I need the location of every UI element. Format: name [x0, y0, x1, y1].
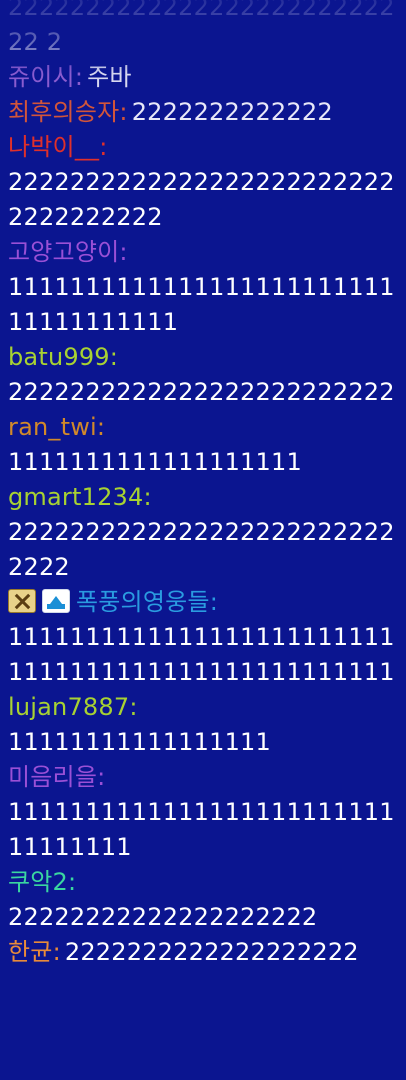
- chat-message: lujan7887: 11111111111111111: [8, 690, 398, 760]
- message-text: 11111111111111111: [8, 728, 271, 756]
- chat-message-list: 222222222222222222222222222 2 쥬이시: 주바 최후의…: [0, 0, 406, 970]
- chat-message: 쥬이시: 주바: [8, 60, 398, 95]
- chat-message: 222222222222222222222222222 2: [8, 0, 398, 60]
- separator: :: [97, 763, 106, 791]
- chat-message: ran_twi: 1111111111111111111: [8, 410, 398, 480]
- separator: :: [68, 868, 77, 896]
- message-text: 1111111111111111111: [8, 448, 302, 476]
- message-text: 주바: [87, 63, 132, 91]
- chat-message: 나박이__: 2222222222222222222222222222222222…: [8, 130, 398, 235]
- chat-message: 폭풍의영웅들: 111111111111111111111111111111111…: [8, 585, 398, 690]
- separator: :: [109, 343, 119, 371]
- message-text: 22222222222222222222222222222: [8, 518, 395, 581]
- username[interactable]: 쿠악2: [8, 868, 68, 896]
- separator: :: [119, 238, 128, 266]
- chat-message: 쿠악2: 22222222222222222222: [8, 865, 398, 935]
- message-text: 1111111111111111111111111111111111111111…: [8, 623, 395, 686]
- message-text: 2222222222222222222222222: [8, 378, 395, 406]
- message-text: 222222222222222222222222222 2: [8, 0, 395, 56]
- separator: :: [74, 63, 84, 91]
- separator: :: [209, 588, 218, 616]
- username[interactable]: 나박이__: [8, 133, 99, 161]
- chat-message: 한균: 2222222222222222222: [8, 935, 398, 970]
- separator: :: [143, 483, 152, 511]
- username[interactable]: gmart1234: [8, 483, 143, 511]
- username[interactable]: 최후의승자: [8, 98, 119, 126]
- username[interactable]: 쥬이시: [8, 63, 75, 91]
- chat-message: batu999: 2222222222222222222222222: [8, 340, 398, 410]
- separator: :: [129, 693, 138, 721]
- username[interactable]: 한균: [8, 938, 53, 966]
- sword-badge-icon: [8, 589, 36, 613]
- message-text: 111111111111111111111111111111111111: [8, 273, 395, 336]
- chat-message: 고양고양이: 1111111111111111111111111111111111…: [8, 235, 398, 340]
- separator: :: [52, 938, 61, 966]
- chat-message: gmart1234: 22222222222222222222222222222: [8, 480, 398, 585]
- crown-badge-icon: [42, 589, 70, 613]
- separator: :: [119, 98, 128, 126]
- username[interactable]: ran_twi: [8, 413, 97, 441]
- message-text: 22222222222222222222222222222222222: [8, 168, 395, 231]
- message-text: 2222222222222: [131, 98, 333, 126]
- separator: :: [99, 133, 108, 161]
- username[interactable]: 미음리을: [8, 763, 97, 791]
- message-text: 111111111111111111111111111111111: [8, 798, 395, 861]
- username[interactable]: lujan7887: [8, 693, 129, 721]
- separator: :: [96, 413, 106, 441]
- message-text: 2222222222222222222: [64, 938, 359, 966]
- chat-message: 최후의승자: 2222222222222: [8, 95, 398, 130]
- username[interactable]: 폭풍의영웅들: [76, 588, 210, 616]
- message-text: 22222222222222222222: [8, 903, 318, 931]
- chat-message: 미음리을: 111111111111111111111111111111111: [8, 760, 398, 865]
- username[interactable]: 고양고양이: [8, 238, 119, 266]
- username[interactable]: batu999: [8, 343, 110, 371]
